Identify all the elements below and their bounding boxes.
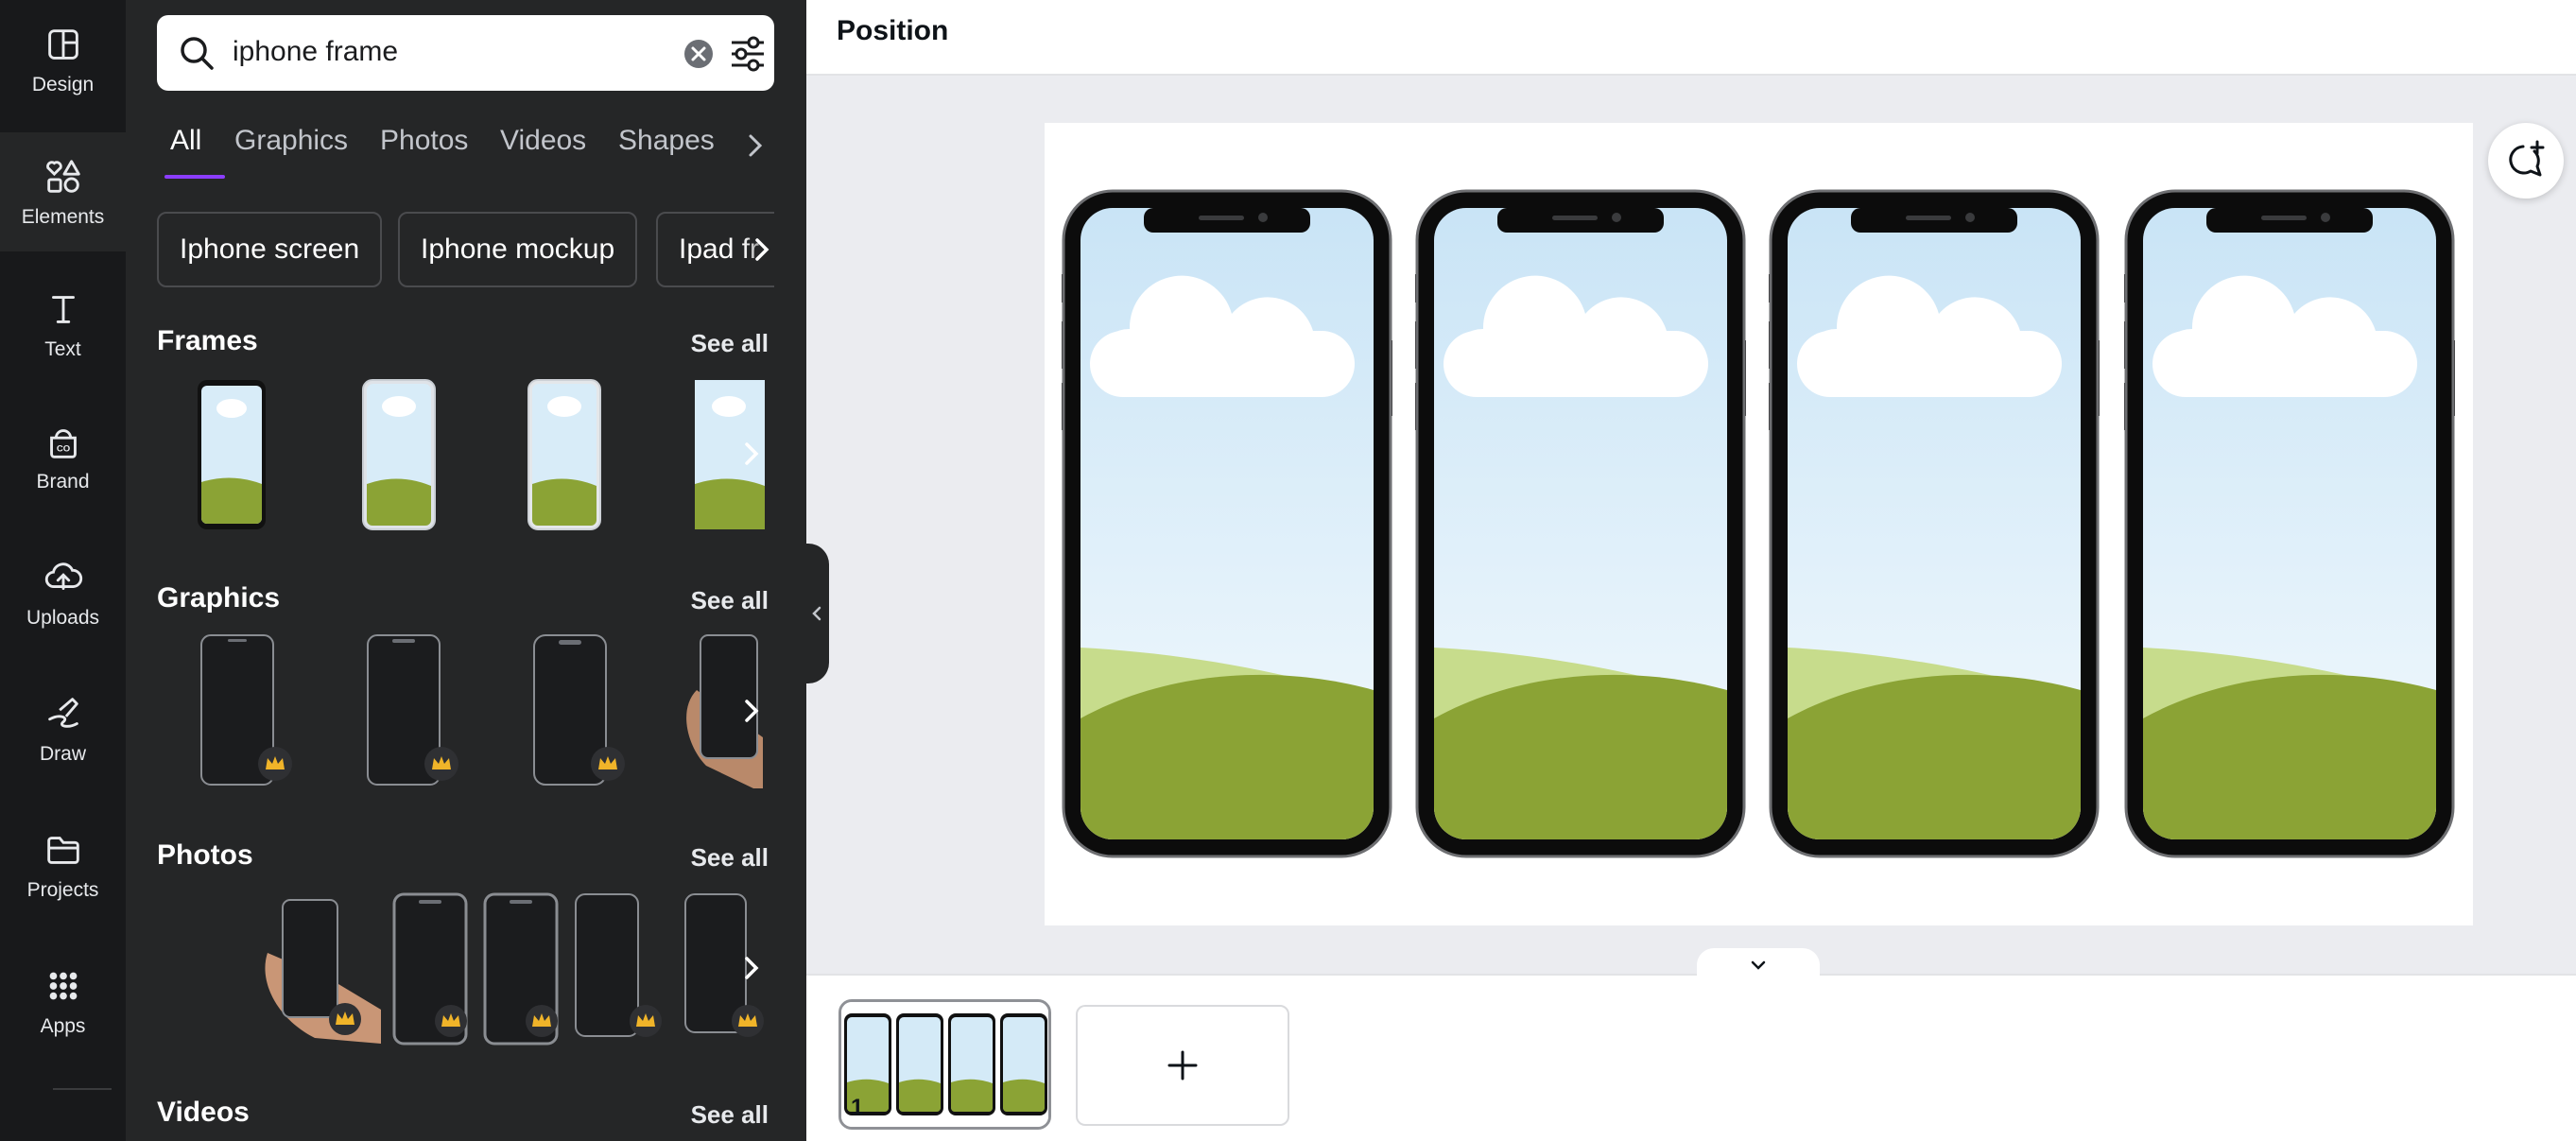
rail-item-draw[interactable]: Draw	[0, 669, 126, 788]
plus-icon	[1167, 1050, 1198, 1080]
phone-frame-4[interactable]	[2124, 189, 2455, 858]
phone-frame-3[interactable]	[1769, 189, 2100, 858]
side-rail: Design Elements Text CO Brand Uploads Dr…	[0, 0, 126, 1141]
frame-thumb-2[interactable]	[361, 378, 437, 531]
rail-label-apps: Apps	[40, 1015, 86, 1037]
section-title-frames: Frames	[157, 325, 258, 356]
chevron-right-icon[interactable]	[741, 127, 769, 164]
page-preview	[841, 1002, 1048, 1127]
add-comment-button[interactable]	[2488, 123, 2564, 199]
pages-strip	[806, 974, 2576, 1141]
section-title-graphics: Graphics	[157, 582, 281, 614]
rail-item-projects[interactable]: Projects	[0, 805, 126, 925]
rail-item-elements[interactable]: Elements	[0, 132, 126, 251]
rail-item-brand[interactable]: CO Brand	[0, 397, 126, 516]
text-icon	[51, 296, 75, 323]
chevron-down-icon	[1751, 960, 1766, 970]
photos-next-button[interactable]	[731, 947, 772, 989]
rail-label-uploads: Uploads	[26, 607, 100, 629]
elements-panel: iphone frame All Graphics Photos Videos …	[126, 0, 806, 1141]
see-all-photos[interactable]: See all	[691, 843, 769, 873]
chevron-right-icon	[745, 700, 759, 722]
tab-shapes[interactable]: Shapes	[618, 125, 715, 157]
projects-icon	[46, 837, 79, 864]
chips-scroll-button[interactable]	[743, 214, 774, 285]
tab-graphics[interactable]: Graphics	[234, 125, 348, 157]
tab-videos[interactable]: Videos	[500, 125, 586, 157]
frames-next-button[interactable]	[731, 433, 772, 475]
suggestion-chips: Iphone screen Iphone mockup Ipad fr	[157, 212, 774, 287]
rail-item-design[interactable]: Design	[0, 0, 126, 119]
rail-label-projects: Projects	[26, 879, 99, 901]
rail-divider	[53, 1088, 112, 1090]
brand-icon: CO	[49, 429, 77, 458]
collapse-panel-button[interactable]	[804, 544, 829, 683]
photo-thumb-2[interactable]	[392, 892, 468, 1046]
rail-item-apps[interactable]: Apps	[0, 942, 126, 1061]
rail-label-elements: Elements	[21, 206, 105, 228]
draw-icon	[47, 698, 78, 728]
see-all-graphics[interactable]: See all	[691, 586, 769, 615]
chip-iphone-mockup[interactable]: Iphone mockup	[398, 212, 638, 287]
svg-text:CO: CO	[56, 444, 70, 455]
active-tab-indicator	[164, 175, 225, 179]
elements-icon	[45, 160, 80, 193]
photo-thumb-1-hand[interactable]	[258, 896, 381, 1044]
chevron-left-icon	[812, 606, 821, 621]
search-input[interactable]: iphone frame	[233, 36, 398, 68]
hide-pages-button[interactable]	[1697, 948, 1820, 982]
chevron-right-icon	[745, 442, 759, 465]
rail-item-text[interactable]: Text	[0, 265, 126, 384]
rail-label-draw: Draw	[39, 743, 86, 765]
search-box[interactable]: iphone frame	[157, 15, 774, 91]
category-tabs: All Graphics Photos Videos Shapes	[157, 115, 781, 182]
uploads-icon	[44, 562, 82, 590]
page-number: 1	[851, 1095, 864, 1120]
see-all-videos[interactable]: See all	[691, 1100, 769, 1130]
photo-thumb-4[interactable]	[574, 892, 668, 1046]
apps-icon	[49, 972, 77, 1000]
search-icon	[181, 37, 214, 70]
page-thumbnail-1[interactable]: 1	[838, 999, 1051, 1130]
context-toolbar: Position	[806, 0, 2576, 76]
tab-all[interactable]: All	[170, 125, 201, 157]
section-title-videos: Videos	[157, 1097, 250, 1128]
graphic-thumb-1[interactable]	[194, 633, 298, 788]
section-title-photos: Photos	[157, 839, 253, 871]
photo-thumb-3[interactable]	[483, 892, 559, 1046]
design-canvas[interactable]	[1045, 123, 2473, 925]
rail-label-design: Design	[31, 74, 95, 95]
phone-frame-2[interactable]	[1415, 189, 1746, 858]
chevron-right-icon	[745, 957, 759, 979]
rail-label-brand: Brand	[36, 471, 90, 493]
tab-photos[interactable]: Photos	[380, 125, 468, 157]
position-button[interactable]: Position	[837, 15, 948, 47]
add-page-button[interactable]	[1076, 1005, 1289, 1126]
comment-add-icon	[2509, 140, 2545, 177]
graphic-thumb-2[interactable]	[360, 633, 464, 788]
filter-icon[interactable]	[728, 34, 768, 74]
phone-frame-1[interactable]	[1062, 189, 1392, 858]
chip-iphone-screen[interactable]: Iphone screen	[157, 212, 383, 287]
design-icon	[47, 29, 78, 60]
see-all-frames[interactable]: See all	[691, 329, 769, 358]
rail-label-text: Text	[44, 338, 81, 360]
frame-thumb-1[interactable]	[196, 378, 268, 531]
clear-search-icon[interactable]	[683, 38, 715, 70]
graphic-thumb-3[interactable]	[527, 633, 631, 788]
chevron-right-icon	[755, 238, 769, 261]
graphics-next-button[interactable]	[731, 690, 772, 732]
frame-thumb-3[interactable]	[527, 378, 602, 531]
rail-item-uploads[interactable]: Uploads	[0, 533, 126, 652]
